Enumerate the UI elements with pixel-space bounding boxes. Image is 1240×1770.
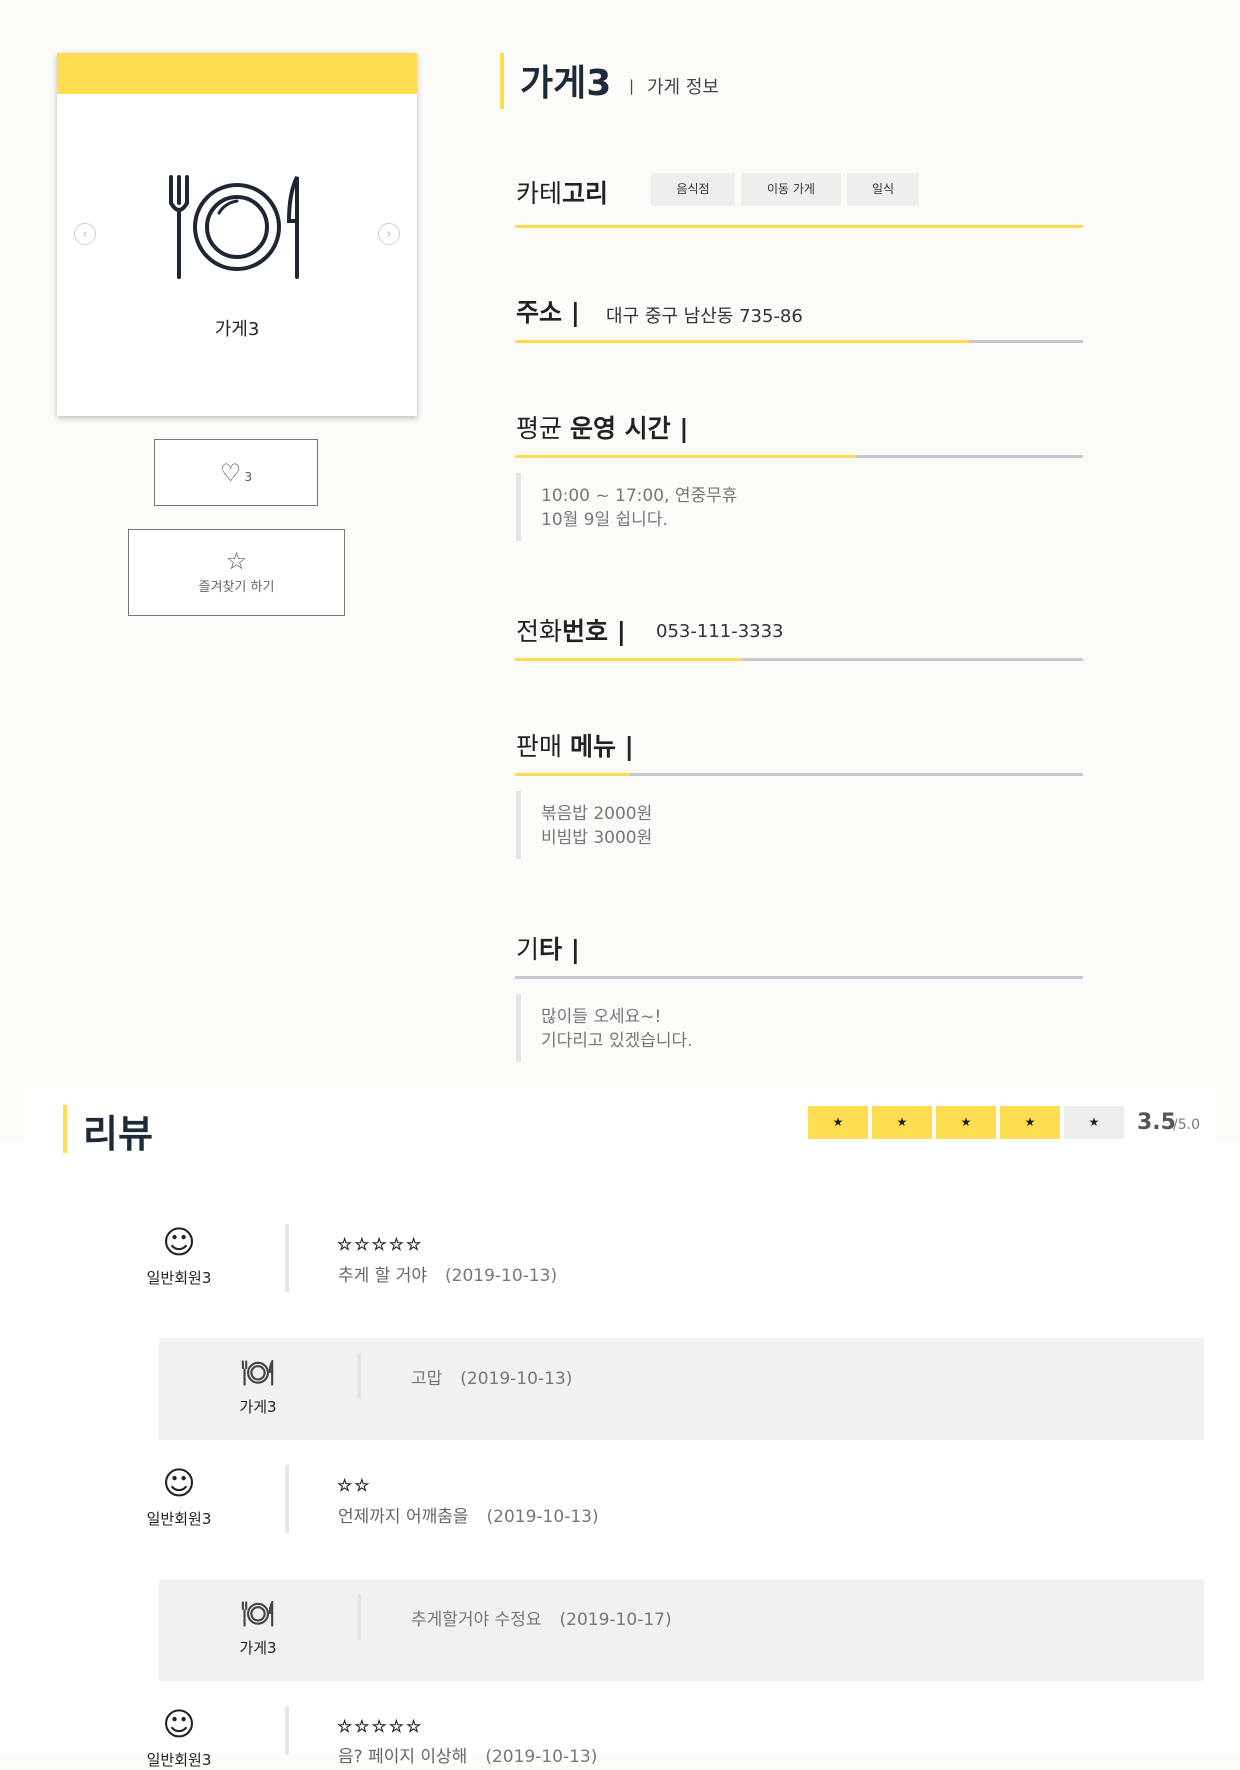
category-heading: 카테고리	[516, 179, 609, 208]
review-date: (2019-10-13)	[445, 1266, 558, 1286]
rating-max: /5.0	[1173, 1117, 1200, 1133]
etc-line: 많이들 오세요~!	[541, 1007, 662, 1027]
rating-star-box[interactable]: ★	[936, 1106, 996, 1139]
category-chip[interactable]: 이동 가게	[741, 173, 841, 206]
review-divider	[285, 1706, 289, 1755]
reply-text: 추게할거야 수정요 (2019-10-17)	[411, 1610, 672, 1630]
menu-line: 비빔밥 3000원	[541, 828, 653, 848]
menu-line: 볶음밥 2000원	[541, 804, 653, 824]
store-reply: 가게3 추게할거야 수정요 (2019-10-17)	[159, 1579, 1204, 1681]
reply-date: (2019-10-13)	[460, 1369, 573, 1389]
review-divider	[285, 1224, 289, 1292]
review-stars: ☆☆	[337, 1476, 372, 1497]
phone-progress	[515, 658, 1083, 661]
star-icon: ★	[896, 1115, 908, 1129]
store-card: ‹ › 가게3	[57, 53, 417, 416]
star-icon: ★	[1088, 1115, 1100, 1129]
like-count: 3	[244, 469, 253, 484]
etc-line: 기다리고 있겠습니다.	[541, 1031, 693, 1051]
smiley-icon: ☺	[162, 1223, 196, 1261]
category-chip[interactable]: 일식	[847, 173, 919, 206]
address-heading: 주소 |	[516, 298, 580, 327]
review-text: 추게 할 거야 (2019-10-13)	[338, 1266, 558, 1286]
menu-note: 볶음밥 2000원 비빔밥 3000원	[516, 791, 652, 859]
plate-cutlery-icon	[241, 1601, 274, 1627]
reply-store-name: 가게3	[239, 1639, 277, 1657]
etc-progress	[515, 976, 1083, 979]
reply-date: (2019-10-17)	[559, 1610, 672, 1630]
phone-heading: 전화번호 |	[516, 617, 626, 646]
menu-heading: 판매 메뉴 |	[516, 732, 634, 761]
rating-star-box[interactable]: ★	[808, 1106, 868, 1139]
review-stars: ☆☆☆☆☆	[337, 1717, 424, 1738]
favorite-label: 즐겨찾기 하기	[198, 580, 275, 595]
star-icon: ★	[832, 1115, 844, 1129]
review-divider	[285, 1465, 289, 1533]
plate-cutlery-icon	[241, 1360, 274, 1386]
rating-star-box[interactable]: ★	[872, 1106, 932, 1139]
review-accent-bar	[63, 1105, 67, 1153]
review-user: 일반회원3	[146, 1269, 212, 1287]
page-title: 가게3	[520, 63, 612, 104]
reply-store-name: 가게3	[239, 1398, 277, 1416]
smiley-icon: ☺	[162, 1464, 196, 1502]
address-value: 대구 중구 남산동 735-86	[606, 306, 803, 327]
etc-note: 많이들 오세요~! 기다리고 있겠습니다.	[516, 994, 693, 1062]
rating-star-box[interactable]: ★	[1064, 1106, 1124, 1139]
review-user: 일반회원3	[146, 1751, 212, 1769]
review-title: 리뷰	[83, 1112, 153, 1156]
phone-value: 053-111-3333	[656, 621, 784, 642]
favorite-button[interactable]: ☆ 즐겨찾기 하기	[128, 529, 345, 616]
hours-heading: 평균 운영 시간 |	[516, 414, 689, 443]
next-image-button[interactable]: ›	[378, 223, 400, 245]
reply-divider	[358, 1594, 361, 1640]
star-icon: ☆	[225, 547, 248, 575]
like-button[interactable]: ♡ 3	[154, 439, 318, 506]
rating-score: 3.5	[1137, 1110, 1176, 1135]
reply-divider	[358, 1353, 361, 1399]
category-progress	[515, 225, 1083, 228]
rating-star-box[interactable]: ★	[1000, 1106, 1060, 1139]
title-accent-bar	[500, 53, 504, 109]
review-text: 언제까지 어깨춤을 (2019-10-13)	[338, 1507, 599, 1527]
address-progress	[515, 340, 1083, 343]
menu-progress	[515, 773, 1083, 776]
category-chip[interactable]: 음식점	[651, 173, 735, 206]
heart-icon: ♡	[219, 458, 242, 487]
smiley-icon: ☺	[162, 1705, 196, 1743]
store-reply: 가게3 고맙 (2019-10-13)	[159, 1338, 1204, 1440]
card-store-name: 가게3	[214, 319, 260, 340]
hours-progress	[515, 455, 1083, 458]
page-subtitle: 가게 정보	[647, 77, 719, 98]
reply-text: 고맙 (2019-10-13)	[411, 1369, 573, 1389]
title-separator: |	[629, 77, 635, 95]
card-header-bar	[57, 53, 417, 94]
hours-line: 10월 9일 쉽니다.	[541, 510, 668, 530]
review-date: (2019-10-13)	[485, 1747, 598, 1767]
review-date: (2019-10-13)	[486, 1507, 599, 1527]
etc-heading: 기타 |	[516, 935, 580, 964]
hours-note: 10:00 ~ 17:00, 연중무휴 10월 9일 쉽니다.	[516, 473, 737, 541]
star-icon: ★	[960, 1115, 972, 1129]
plate-cutlery-icon	[169, 175, 299, 279]
review-user: 일반회원3	[146, 1510, 212, 1528]
prev-image-button[interactable]: ‹	[74, 223, 96, 245]
review-stars: ☆☆☆☆☆	[337, 1235, 424, 1256]
star-icon: ★	[1024, 1115, 1036, 1129]
hours-line: 10:00 ~ 17:00, 연중무휴	[541, 486, 738, 506]
